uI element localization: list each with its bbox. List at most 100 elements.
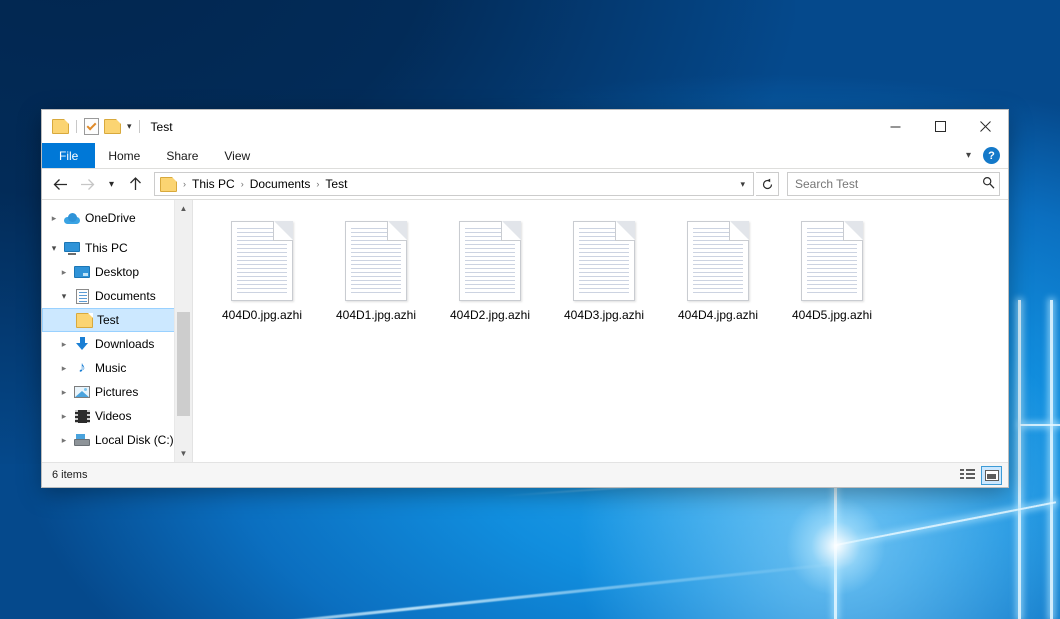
new-folder-icon[interactable] <box>104 119 121 134</box>
chevron-down-icon[interactable]: ▾ <box>962 150 975 161</box>
onedrive-cloud-icon <box>62 213 82 224</box>
up-button[interactable] <box>123 172 148 196</box>
sidebar-item-label: Documents <box>95 289 156 303</box>
wallpaper-pane-horizontal-2 <box>1020 424 1060 426</box>
sidebar-item-music[interactable]: ▸ ♪ Music <box>42 356 192 380</box>
sidebar-item-label: This PC <box>85 241 128 255</box>
sidebar-item-local-disk-c[interactable]: ▸ Local Disk (C:) <box>42 428 192 452</box>
details-view-button[interactable] <box>957 466 978 485</box>
refresh-icon <box>761 178 774 191</box>
sidebar-item-label: Music <box>95 361 126 375</box>
wallpaper-center-glow <box>786 496 886 596</box>
downloads-icon <box>72 337 92 351</box>
videos-icon <box>72 410 92 423</box>
sidebar-item-label: Local Disk (C:) <box>95 433 174 447</box>
breadcrumb-separator-2[interactable]: › <box>238 179 247 189</box>
large-icons-view-button[interactable] <box>981 466 1002 485</box>
chevron-right-icon[interactable]: ▸ <box>56 387 72 398</box>
chevron-down-icon[interactable]: ▾ <box>56 291 72 302</box>
chevron-right-icon[interactable]: ▸ <box>56 339 72 350</box>
chevron-down-icon[interactable]: ▼ <box>175 445 192 462</box>
tab-home[interactable]: Home <box>95 143 153 168</box>
chevron-right-icon[interactable]: ▸ <box>56 363 72 374</box>
sidebar-item-label: OneDrive <box>85 211 136 225</box>
file-list-view[interactable]: 404D0.jpg.azhi 404D1.jpg.azhi 404D2.jpg.… <box>193 200 1008 462</box>
breadcrumb[interactable]: › This PC › Documents › Test ▾ <box>154 172 754 196</box>
sidebar-item-this-pc[interactable]: ▾ This PC <box>42 236 192 260</box>
sidebar-item-label: Videos <box>95 409 131 423</box>
unknown-file-icon <box>795 216 869 306</box>
wallpaper-pane-vertical-2 <box>1018 300 1021 619</box>
sidebar-item-desktop[interactable]: ▸ Desktop <box>42 260 192 284</box>
chevron-right-icon[interactable]: ▸ <box>46 213 62 224</box>
unknown-file-icon <box>339 216 413 306</box>
folder-icon[interactable] <box>52 119 69 134</box>
folder-icon <box>74 313 94 328</box>
sidebar-item-downloads[interactable]: ▸ Downloads <box>42 332 192 356</box>
sidebar-item-pictures[interactable]: ▸ Pictures <box>42 380 192 404</box>
window-controls <box>873 110 1008 143</box>
breadcrumb-item-test[interactable]: Test <box>322 177 350 191</box>
scrollbar-thumb[interactable] <box>177 312 190 416</box>
file-item[interactable]: 404D2.jpg.azhi <box>435 214 545 322</box>
chevron-down-icon[interactable]: ▾ <box>127 122 132 131</box>
ribbon-tab-bar: File Home Share View ▾ ? <box>42 143 1008 169</box>
search-icon[interactable] <box>982 176 995 192</box>
sidebar-item-onedrive[interactable]: ▸ OneDrive <box>42 206 192 230</box>
breadcrumb-dropdown[interactable]: ▾ <box>734 179 751 190</box>
file-item[interactable]: 404D4.jpg.azhi <box>663 214 773 322</box>
chevron-right-icon[interactable]: ▸ <box>56 411 72 422</box>
chevron-right-icon[interactable]: ▸ <box>56 267 72 278</box>
chevron-down-icon[interactable]: ▾ <box>46 243 62 254</box>
quick-access-toolbar[interactable]: ▾ <box>42 110 142 143</box>
folder-icon[interactable] <box>160 177 177 192</box>
status-bar: 6 items <box>42 462 1008 487</box>
sidebar-item-test[interactable]: Test <box>42 308 190 332</box>
wallpaper-beam-left <box>0 560 860 619</box>
refresh-button[interactable] <box>756 172 779 196</box>
pictures-icon <box>72 386 92 398</box>
properties-icon[interactable] <box>84 118 99 135</box>
desktop-wallpaper: ▾ Test <box>0 0 1060 619</box>
sidebar-item-videos[interactable]: ▸ Videos <box>42 404 192 428</box>
file-item[interactable]: 404D3.jpg.azhi <box>549 214 659 322</box>
file-explorer-window: ▾ Test <box>42 110 1008 487</box>
chevron-up-icon[interactable]: ▲ <box>175 200 192 217</box>
view-mode-buttons <box>957 466 1002 485</box>
forward-arrow-icon <box>80 178 95 191</box>
file-name: 404D2.jpg.azhi <box>450 308 530 322</box>
this-pc-icon <box>62 242 82 255</box>
file-item[interactable]: 404D0.jpg.azhi <box>207 214 317 322</box>
back-arrow-icon <box>53 178 68 191</box>
breadcrumb-separator-3[interactable]: › <box>313 179 322 189</box>
breadcrumb-item-this-pc[interactable]: This PC <box>189 177 238 191</box>
file-name: 404D4.jpg.azhi <box>678 308 758 322</box>
close-button[interactable] <box>963 110 1008 143</box>
file-name: 404D0.jpg.azhi <box>222 308 302 322</box>
music-icon: ♪ <box>72 361 92 375</box>
file-item[interactable]: 404D5.jpg.azhi <box>777 214 887 322</box>
forward-button[interactable] <box>75 172 100 196</box>
help-button[interactable]: ? <box>983 147 1000 164</box>
maximize-button[interactable] <box>918 110 963 143</box>
tab-view[interactable]: View <box>211 143 263 168</box>
file-name: 404D3.jpg.azhi <box>564 308 644 322</box>
recent-locations-button[interactable]: ▾ <box>102 172 121 196</box>
large-icons-view-icon <box>985 470 999 481</box>
minimize-button[interactable] <box>873 110 918 143</box>
tab-share[interactable]: Share <box>153 143 211 168</box>
file-item[interactable]: 404D1.jpg.azhi <box>321 214 431 322</box>
back-button[interactable] <box>48 172 73 196</box>
chevron-right-icon[interactable]: ▸ <box>56 435 72 446</box>
navigation-pane: ▸ OneDrive ▾ This PC ▸ Desktop ▾ <box>42 200 193 462</box>
sidebar-item-label: Pictures <box>95 385 138 399</box>
sidebar-item-documents[interactable]: ▾ Documents <box>42 284 192 308</box>
file-grid: 404D0.jpg.azhi 404D1.jpg.azhi 404D2.jpg.… <box>207 214 1008 322</box>
close-icon <box>980 121 991 132</box>
breadcrumb-separator: › <box>180 179 189 189</box>
search-input[interactable]: Search Test <box>787 172 1000 196</box>
tab-file[interactable]: File <box>42 143 95 168</box>
navigation-pane-scrollbar[interactable]: ▲ ▼ <box>174 200 192 462</box>
toolbar-divider-2 <box>139 120 140 133</box>
breadcrumb-item-documents[interactable]: Documents <box>247 177 314 191</box>
